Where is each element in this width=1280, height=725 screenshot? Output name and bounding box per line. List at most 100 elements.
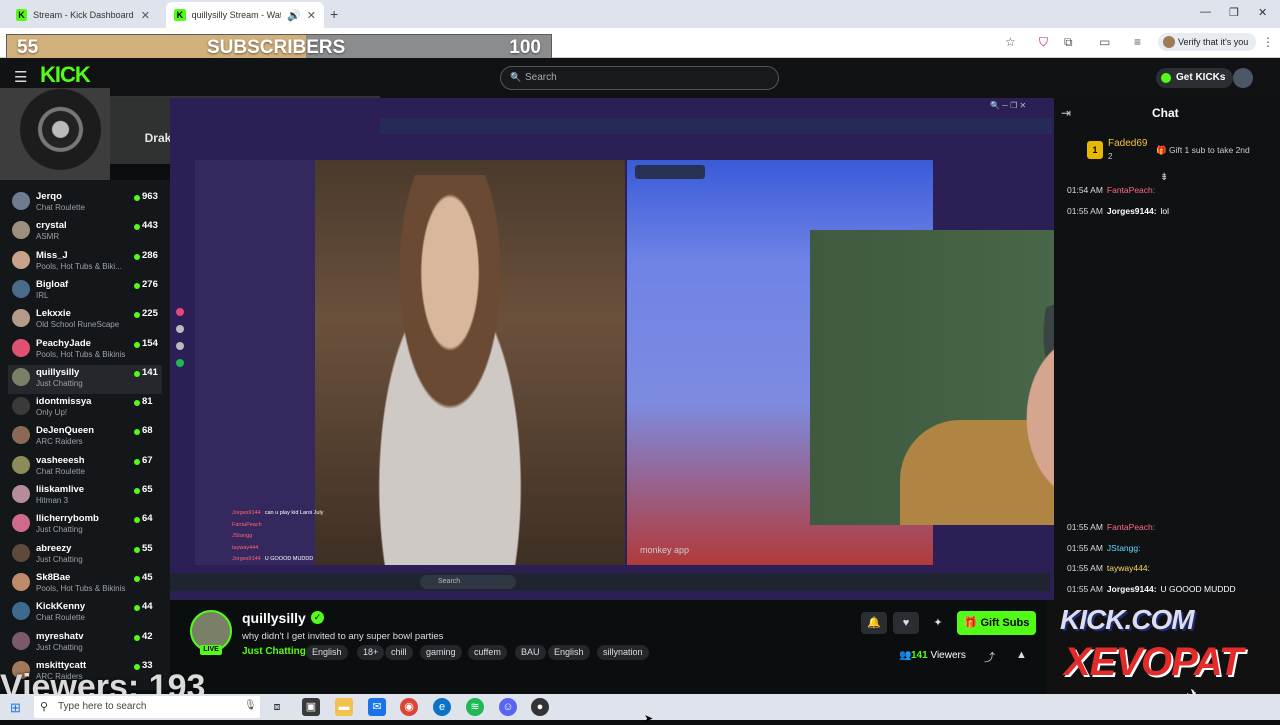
channel-name: KickKenny bbox=[36, 601, 86, 613]
sidebar-channel-vasheeesh[interactable]: vasheeesh Chat Roulette 67 bbox=[8, 453, 162, 482]
sidebar-channel-idontmissya[interactable]: idontmissya Only Up! 81 bbox=[8, 394, 162, 423]
channel-name: crystal bbox=[36, 220, 67, 232]
sidebar-channel-lekxxie[interactable]: Lekxxie Old School RuneScape 225 bbox=[8, 306, 162, 335]
search-input[interactable]: Search bbox=[500, 66, 779, 90]
mail-icon[interactable]: ✉ bbox=[368, 698, 386, 716]
sidebar-channel-llicherrybomb[interactable]: llicherrybomb Just Chatting 64 bbox=[8, 511, 162, 540]
gift-to-take-2nd-label: Gift 1 sub to take 2nd bbox=[1168, 145, 1250, 155]
discord-icon[interactable]: ☺ bbox=[499, 698, 517, 716]
chat-username[interactable]: tayway444: bbox=[1107, 563, 1150, 573]
sidebar-channel-bigloaf[interactable]: Bigloaf IRL 276 bbox=[8, 277, 162, 306]
extension-shield-icon[interactable]: ⛉ bbox=[1039, 35, 1048, 50]
overlay-chat-msg: can u play kid Laroi July bbox=[264, 510, 324, 516]
sidebar-channel-miss_j[interactable]: Miss_J Pools, Hot Tubs & Biki... 286 bbox=[8, 248, 162, 277]
stream-tag[interactable]: English bbox=[548, 645, 590, 660]
windows-search-input[interactable]: Type here to search bbox=[34, 696, 260, 718]
stream-tag[interactable]: BAU bbox=[515, 645, 546, 660]
tab-kick-dashboard[interactable]: K Stream - Kick Dashboard ✕ bbox=[8, 2, 158, 28]
chat-username[interactable]: FantaPeach: bbox=[1107, 185, 1155, 195]
sidebar-channel-sk8bae[interactable]: Sk8Bae Pools, Hot Tubs & Bikinis 45 bbox=[8, 570, 162, 599]
sidebar-channel-liiskamlive[interactable]: liiskamlive Hitman 3 65 bbox=[8, 482, 162, 511]
sparkle-icon[interactable]: ✦ bbox=[925, 612, 951, 634]
sidebar-channel-quillysilly[interactable]: quillysilly Just Chatting 141 bbox=[8, 364, 162, 394]
hamburger-menu-icon[interactable]: ☰ bbox=[14, 68, 27, 86]
edge-icon[interactable]: e bbox=[433, 698, 451, 716]
chat-username[interactable]: Jorges9144: bbox=[1107, 206, 1157, 216]
gift-subs-button[interactable]: 🎁 Gift Subs bbox=[957, 611, 1036, 635]
kick-logo[interactable]: KICK bbox=[40, 62, 91, 88]
share-icon[interactable]: ⤴ bbox=[984, 649, 995, 665]
sidebar-channel-peachyjade[interactable]: PeachyJade Pools, Hot Tubs & Bikinis 154 bbox=[8, 336, 162, 365]
avatar bbox=[12, 572, 30, 591]
top-gifter-count: 2 bbox=[1108, 152, 1113, 161]
sidebar-channel-jerqo[interactable]: Jerqo Chat Roulette 963 bbox=[8, 189, 162, 218]
more-menu-icon[interactable]: ⋮ bbox=[1262, 35, 1274, 49]
cast-icon[interactable]: ▭ bbox=[1099, 35, 1110, 49]
top-gifter-name[interactable]: Faded69 bbox=[1108, 138, 1147, 149]
chrome-icon[interactable]: ◉ bbox=[400, 698, 418, 716]
file-explorer-icon[interactable]: ▬ bbox=[335, 698, 353, 716]
overlay-chat-user: FantaPeach bbox=[232, 521, 262, 528]
sidebar-channel-dejenqueen[interactable]: DeJenQueen ARC Raiders 68 bbox=[8, 423, 162, 452]
windows-start-icon[interactable]: ⊞ bbox=[10, 700, 21, 716]
close-window-icon[interactable]: ✕ bbox=[1258, 6, 1267, 19]
follow-heart-button[interactable]: ♥ bbox=[893, 612, 919, 634]
stream-tag[interactable]: 18+ bbox=[357, 645, 385, 660]
avatar bbox=[12, 514, 30, 533]
sidebar-channel-crystal[interactable]: crystal ASMR 443 bbox=[8, 218, 162, 247]
microphone-icon[interactable]: 🎙 bbox=[244, 700, 257, 711]
streamer-name[interactable]: quillysilly bbox=[242, 610, 306, 626]
avatar bbox=[12, 279, 30, 298]
speaker-icon[interactable]: 🔊 bbox=[287, 9, 301, 22]
channel-viewer-count: 45 bbox=[142, 571, 153, 583]
minimize-icon[interactable]: — bbox=[1200, 6, 1211, 18]
chat-message: 01:55 AM Jorges9144: lol bbox=[1067, 206, 1169, 216]
notification-bell-button[interactable]: 🔔 bbox=[861, 612, 887, 634]
live-dot-icon bbox=[134, 517, 140, 524]
close-icon[interactable]: ✕ bbox=[307, 9, 316, 22]
chat-username[interactable]: FantaPeach: bbox=[1107, 522, 1155, 532]
bookmark-star-icon[interactable]: ☆ bbox=[1005, 35, 1016, 49]
new-tab-plus-icon[interactable]: + bbox=[330, 6, 338, 22]
extensions-puzzle-icon[interactable]: ⧉ bbox=[1064, 35, 1073, 50]
sidebar-channel-abreezy[interactable]: abreezy Just Chatting 55 bbox=[8, 541, 162, 570]
stream-tag[interactable]: chill bbox=[385, 645, 413, 660]
stream-tag[interactable]: gaming bbox=[420, 645, 462, 660]
pin-icon[interactable]: ⇟ bbox=[1160, 172, 1168, 183]
stream-category-link[interactable]: Just Chatting bbox=[242, 646, 306, 657]
store-icon[interactable]: ▣ bbox=[302, 698, 320, 716]
tab-quillysilly-stream[interactable]: K quillysilly Stream - Watch Li 🔊 ✕ bbox=[166, 2, 324, 28]
goal-label: SUBSCRIBERS bbox=[207, 37, 346, 58]
overlay-chat-user: JStangg bbox=[232, 533, 253, 539]
obs-icon[interactable]: ● bbox=[531, 698, 549, 716]
user-avatar[interactable] bbox=[1233, 68, 1253, 88]
channel-category: Old School RuneScape bbox=[36, 320, 120, 330]
gift-to-take-2nd[interactable]: 🎁 Gift 1 sub to take 2nd bbox=[1156, 145, 1250, 156]
channel-category: ARC Raiders bbox=[36, 437, 83, 447]
chat-message: 01:55 AM FantaPeach: bbox=[1067, 522, 1159, 532]
report-warning-icon[interactable]: ▲ bbox=[1016, 649, 1027, 661]
chat-username[interactable]: JStangg: bbox=[1107, 543, 1141, 553]
guest-person-left bbox=[340, 175, 560, 565]
sidebar-channel-kickkenny[interactable]: KickKenny Chat Roulette 44 bbox=[8, 599, 162, 628]
reading-list-icon[interactable]: ≡ bbox=[1134, 35, 1141, 49]
close-icon[interactable]: ✕ bbox=[141, 9, 150, 22]
stream-tag[interactable]: cuffem bbox=[468, 645, 507, 660]
spotify-taskbar-icon[interactable]: ≋ bbox=[466, 698, 484, 716]
chat-message: 01:54 AM FantaPeach: bbox=[1067, 185, 1159, 195]
live-dot-icon bbox=[134, 634, 140, 641]
sidebar-channel-myreshatv[interactable]: myreshatv Just Chatting 42 bbox=[8, 629, 162, 658]
restore-icon[interactable]: ❐ bbox=[1229, 6, 1239, 19]
avatar bbox=[12, 602, 30, 621]
task-view-icon[interactable]: ⧈ bbox=[268, 698, 286, 716]
collapse-chat-icon[interactable]: ⇥ bbox=[1061, 106, 1071, 120]
channel-category: IRL bbox=[36, 290, 49, 300]
stream-tag[interactable]: English bbox=[306, 645, 348, 660]
channel-name: myreshatv bbox=[36, 630, 84, 642]
overlay-chat-line: tayway444 bbox=[232, 545, 262, 551]
stream-tag[interactable]: sillynation bbox=[597, 645, 649, 660]
channel-name: llicherrybomb bbox=[36, 513, 99, 525]
channel-name: idontmissya bbox=[36, 396, 92, 408]
chat-timestamp: 01:55 AM bbox=[1067, 583, 1103, 594]
chat-username[interactable]: Jorges9144: bbox=[1107, 584, 1157, 594]
